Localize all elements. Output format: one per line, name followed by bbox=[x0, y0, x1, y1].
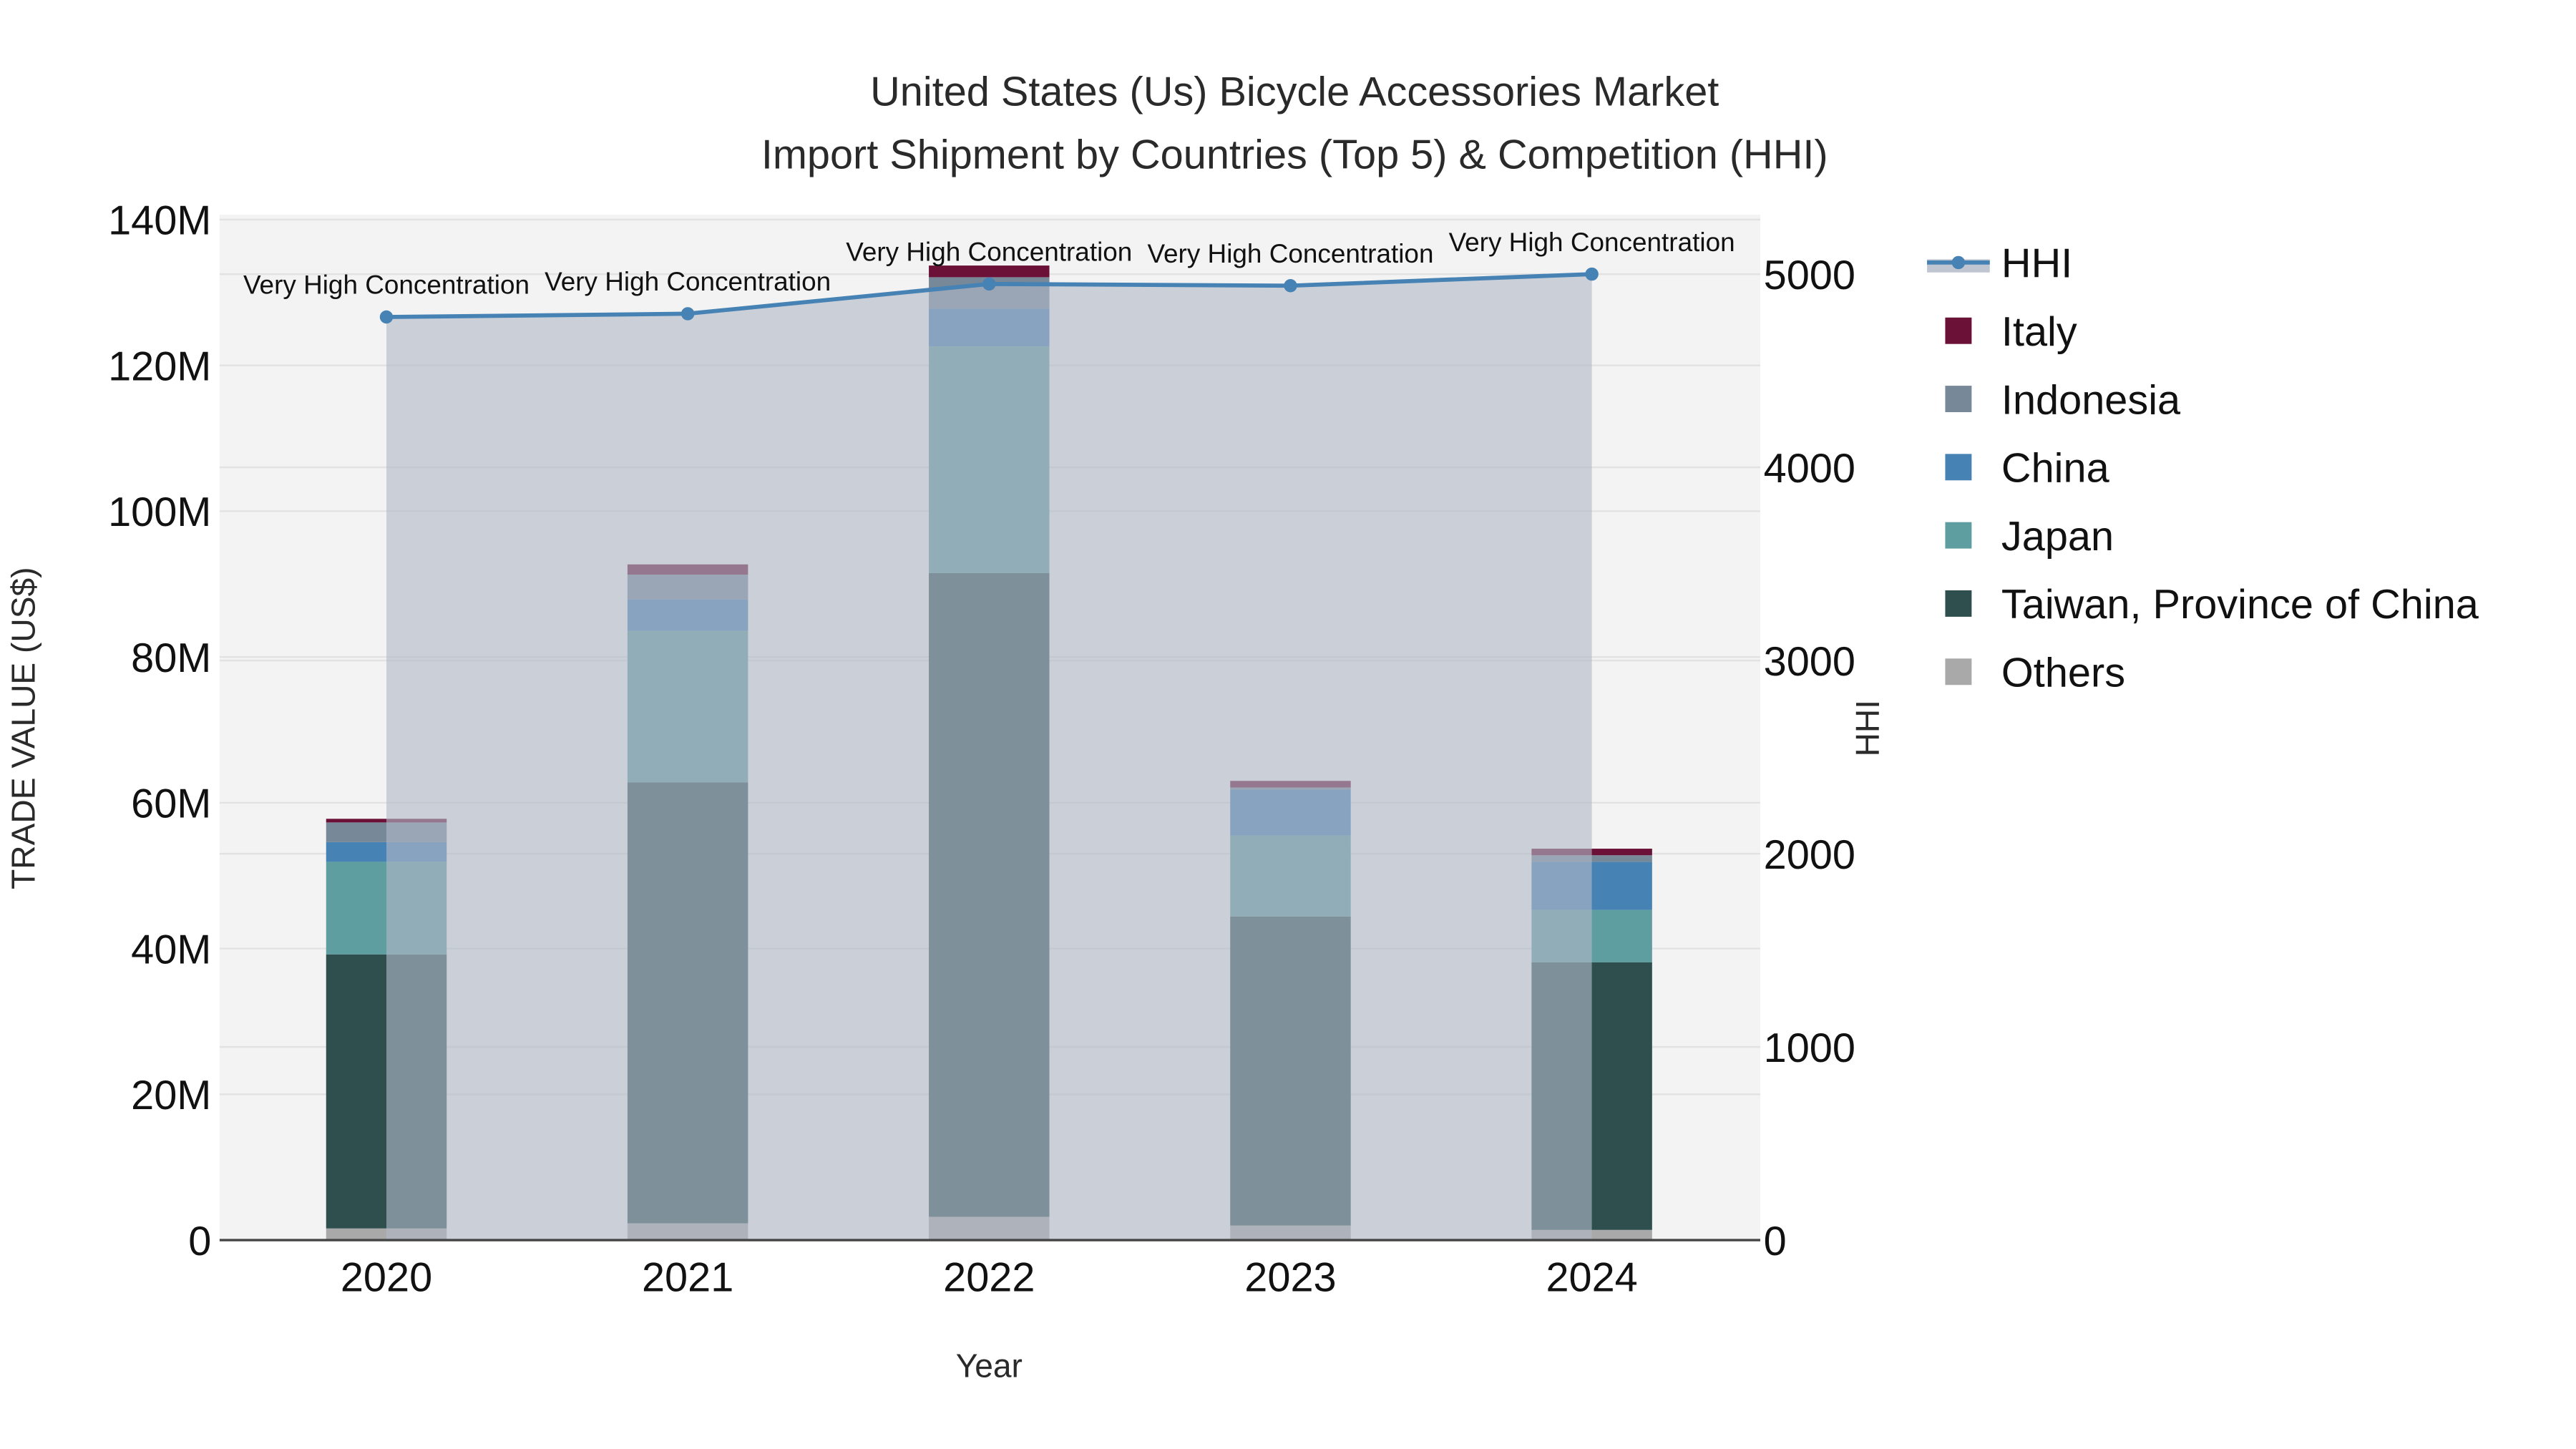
hhi-area bbox=[386, 274, 1592, 1241]
y-axis-label: TRADE VALUE (US$) bbox=[4, 567, 42, 889]
legend-swatch bbox=[1945, 386, 1972, 412]
legend-item-china[interactable]: China bbox=[1945, 446, 2110, 492]
chart-title: United States (Us) Bicycle Accessories M… bbox=[870, 69, 1719, 115]
hhi-annotation-2023: Very High Concentration bbox=[1147, 239, 1433, 268]
chart: United States (Us) Bicycle Accessories M… bbox=[4, 69, 2479, 1385]
legend-item-others[interactable]: Others bbox=[1945, 650, 2125, 696]
hhi-annotation-2022: Very High Concentration bbox=[846, 238, 1132, 267]
legend-swatch bbox=[1945, 317, 1972, 344]
hhi-annotation-2024: Very High Concentration bbox=[1449, 228, 1735, 257]
y2-tick-label: 1000 bbox=[1764, 1025, 1855, 1071]
y-tick-label: 60M bbox=[131, 781, 211, 827]
y2-tick-label: 3000 bbox=[1764, 639, 1855, 685]
legend-label: China bbox=[2001, 446, 2110, 492]
y-tick-label: 100M bbox=[108, 489, 211, 535]
y2-axis-label: HHI bbox=[1849, 700, 1886, 756]
x-tick-label: 2020 bbox=[341, 1255, 432, 1301]
hhi-point-2024 bbox=[1585, 267, 1599, 281]
legend-item-taiwan-province-of-china[interactable]: Taiwan, Province of China bbox=[1945, 582, 2479, 628]
legend-item-japan[interactable]: Japan bbox=[1945, 514, 2114, 560]
y-tick-label: 0 bbox=[188, 1219, 211, 1264]
legend-label: Indonesia bbox=[2001, 377, 2181, 423]
legend-label: Others bbox=[2001, 650, 2125, 696]
legend-label: HHI bbox=[2001, 241, 2072, 287]
legend-swatch bbox=[1945, 658, 1972, 686]
hhi-point-2023 bbox=[1284, 279, 1297, 293]
legend-item-indonesia[interactable]: Indonesia bbox=[1945, 377, 2181, 423]
legend-swatch bbox=[1945, 454, 1972, 481]
y-tick-label: 120M bbox=[108, 343, 211, 389]
x-axis-label: Year bbox=[956, 1347, 1023, 1385]
hhi-annotation-2021: Very High Concentration bbox=[545, 267, 831, 296]
chart-subtitle: Import Shipment by Countries (Top 5) & C… bbox=[761, 132, 1828, 177]
y2-tick-label: 4000 bbox=[1764, 446, 1855, 492]
y-tick-label: 20M bbox=[131, 1073, 211, 1118]
legend-swatch bbox=[1945, 590, 1972, 617]
y2-tick-label: 0 bbox=[1764, 1219, 1787, 1264]
x-tick-label: 2024 bbox=[1546, 1255, 1637, 1301]
x-tick-label: 2022 bbox=[943, 1255, 1035, 1301]
x-tick-label: 2021 bbox=[642, 1255, 733, 1301]
legend: HHI Italy Indonesia China Japan Taiwan, Provi… bbox=[1927, 241, 2479, 696]
y2-tick-label: 2000 bbox=[1764, 832, 1855, 878]
bar-italy-2022 bbox=[929, 265, 1050, 278]
x-axis: 2020 2021 2022 2023 2024 bbox=[341, 1255, 1638, 1301]
hhi-point-2020 bbox=[379, 310, 394, 324]
y-tick-label: 40M bbox=[131, 927, 211, 972]
y2-axis: 0 1000 2000 3000 4000 5000 bbox=[1764, 253, 1855, 1264]
legend-label: Japan bbox=[2001, 514, 2114, 560]
legend-label: Taiwan, Province of China bbox=[2001, 582, 2479, 628]
hhi-series: Very High Concentration Very High Concent… bbox=[243, 228, 1735, 1241]
legend-label: Italy bbox=[2001, 309, 2077, 355]
y-axis: 0 20M 40M 60M 80M 100M 120M 140M bbox=[108, 198, 211, 1264]
legend-swatch-marker bbox=[1951, 255, 1966, 270]
y-tick-label: 140M bbox=[108, 198, 211, 244]
x-tick-label: 2023 bbox=[1244, 1255, 1336, 1301]
legend-swatch bbox=[1945, 522, 1972, 549]
hhi-point-2021 bbox=[680, 307, 695, 321]
hhi-point-2022 bbox=[982, 277, 996, 291]
legend-item-hhi[interactable]: HHI bbox=[1927, 241, 2072, 287]
hhi-annotation-2020: Very High Concentration bbox=[243, 270, 530, 300]
legend-item-italy[interactable]: Italy bbox=[1945, 309, 2077, 355]
y2-tick-label: 5000 bbox=[1764, 253, 1855, 298]
y-tick-label: 80M bbox=[131, 635, 211, 681]
